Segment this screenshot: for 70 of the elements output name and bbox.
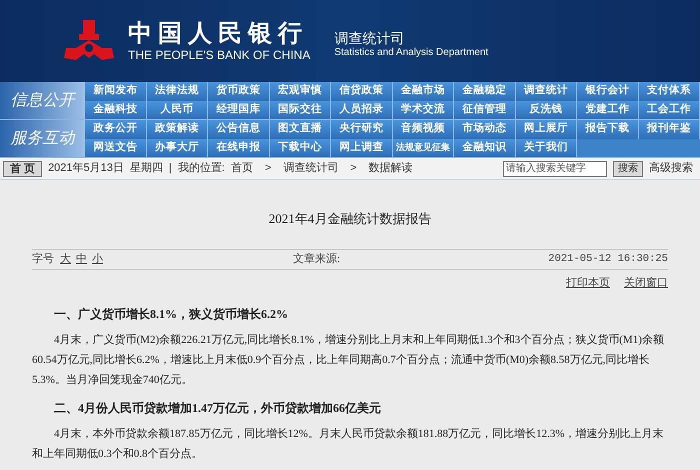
- nav-link[interactable]: 经理国库: [208, 100, 270, 119]
- nav-link[interactable]: 音频视频: [392, 120, 454, 138]
- nav-link[interactable]: 市场动态: [454, 120, 516, 138]
- section-heading: 二、4月份人民币贷款增加1.47万亿元，外币贷款增加66亿美元: [53, 400, 382, 416]
- location-label: 我的位置:: [178, 161, 225, 176]
- nav-link[interactable]: 央行研究: [331, 120, 392, 138]
- nav-link[interactable]: 调查统计: [516, 82, 577, 100]
- nav-link[interactable]: 网上展厅: [516, 120, 577, 138]
- nav-link[interactable]: 政务公开: [85, 120, 146, 138]
- body-paragraph: 4月末，广义货币(M2)余额226.21万亿元,同比增长8.1%，增速分别比上月末和上年同期低1.3个和3个百分点；狭义货币(M1)余额60.54万亿元,同比增长6.2%，增速比上月末低0.9个百分点，比上年同期高0.7个百分点；流通中货币(M0)余额8.58万亿元,同比增长5.3%。当月净回笼现金740亿元。: [32, 332, 665, 388]
- nav-group-label: 信息公开: [0, 82, 85, 119]
- nav-link[interactable]: 金融知识: [454, 138, 516, 157]
- nav-link[interactable]: 货币政策: [208, 82, 270, 100]
- font-size-link[interactable]: 大: [60, 251, 71, 268]
- breadcrumb-arrow: >: [350, 161, 357, 176]
- nav-link[interactable]: 图文直播: [270, 120, 331, 138]
- source-label: 文章来源:: [293, 252, 340, 268]
- breadcrumb-link[interactable]: 数据解读: [368, 160, 413, 177]
- separator-text: |: [168, 161, 172, 176]
- nav-link[interactable]: 金融科技: [85, 100, 146, 119]
- font-size-link[interactable]: 小: [92, 251, 103, 268]
- nav-link[interactable]: 人民币: [146, 100, 208, 119]
- bank-name: 中国人民银行: [128, 20, 309, 48]
- nav-link[interactable]: 学术交流: [392, 100, 454, 119]
- nav-link[interactable]: 下载中心: [270, 138, 331, 157]
- nav-link[interactable]: 银行会计: [577, 82, 638, 100]
- article-action-link[interactable]: 打印本页: [566, 275, 610, 292]
- nav-link[interactable]: 在线申报: [208, 138, 270, 157]
- font-size-link[interactable]: 中: [76, 251, 87, 268]
- nav-link[interactable]: 网送文告: [85, 138, 146, 157]
- nav-link[interactable]: 报告下载: [577, 120, 638, 138]
- nav-link[interactable]: 反洗钱: [516, 100, 577, 119]
- breadcrumb-link[interactable]: 调查统计司: [283, 160, 338, 177]
- nav-link[interactable]: 法律法规: [146, 82, 208, 100]
- nav-link[interactable]: 党建工作: [577, 100, 638, 119]
- home-button[interactable]: 首 页: [3, 160, 42, 176]
- nav-group-label: 服务互动: [0, 120, 85, 157]
- nav-link[interactable]: 支付体系: [638, 82, 700, 100]
- article-title: 2021年4月金融统计数据报告: [268, 211, 432, 227]
- department-name-english: Statistics and Analysis Department: [334, 47, 488, 59]
- nav-link[interactable]: 信贷政策: [331, 82, 392, 100]
- font-size-label: 字号: [32, 252, 54, 268]
- bank-name-english: THE PEOPLE'S BANK OF CHINA: [128, 48, 310, 62]
- nav-link[interactable]: 政策解读: [146, 120, 208, 138]
- nav-link[interactable]: 关于我们: [516, 138, 577, 157]
- weekday-text: 星期四: [130, 161, 163, 176]
- nav-link[interactable]: 宏观审慎: [270, 82, 331, 100]
- nav-link[interactable]: 金融市场: [392, 82, 454, 100]
- breadcrumb-arrow: >: [264, 161, 272, 176]
- advanced-search-link[interactable]: 高级搜索: [649, 160, 693, 177]
- nav-link[interactable]: 国际交往: [270, 100, 331, 119]
- nav-link[interactable]: 办事大厅: [146, 138, 208, 157]
- section-heading: 一、广义货币增长8.1%，狭义货币增长6.2%: [53, 306, 289, 322]
- date-text: 2021年5月13日: [48, 161, 124, 176]
- publish-datetime: 2021-05-12 16:30:25: [548, 252, 668, 267]
- nav-link[interactable]: 征信管理: [454, 100, 516, 119]
- nav-link[interactable]: 网上调查: [331, 138, 392, 157]
- article-action-link[interactable]: 关闭窗口: [624, 275, 668, 292]
- body-paragraph: 4月末，本外币贷款余额187.85万亿元，同比增长12%。月末人民币贷款余额181.88万亿元，同比增长12.3%，增速分别比上月末和上年同期低0.3个和0.8个百分点。: [32, 426, 665, 462]
- breadcrumb-link[interactable]: 首页: [230, 160, 253, 177]
- nav-link[interactable]: 公告信息: [208, 120, 270, 138]
- nav-link[interactable]: 法规意见征集: [392, 138, 454, 157]
- nav-link[interactable]: 人员招录: [331, 100, 392, 119]
- nav-link[interactable]: 金融稳定: [454, 82, 516, 100]
- department-name: 调查统计司: [334, 29, 406, 47]
- nav-link[interactable]: 新闻发布: [85, 82, 146, 100]
- search-button[interactable]: 搜索: [613, 160, 643, 176]
- nav-link[interactable]: 报刊年鉴: [638, 120, 700, 138]
- search-field[interactable]: 请输入搜索关键字: [503, 160, 607, 176]
- nav-link[interactable]: 工会工作: [638, 100, 700, 119]
